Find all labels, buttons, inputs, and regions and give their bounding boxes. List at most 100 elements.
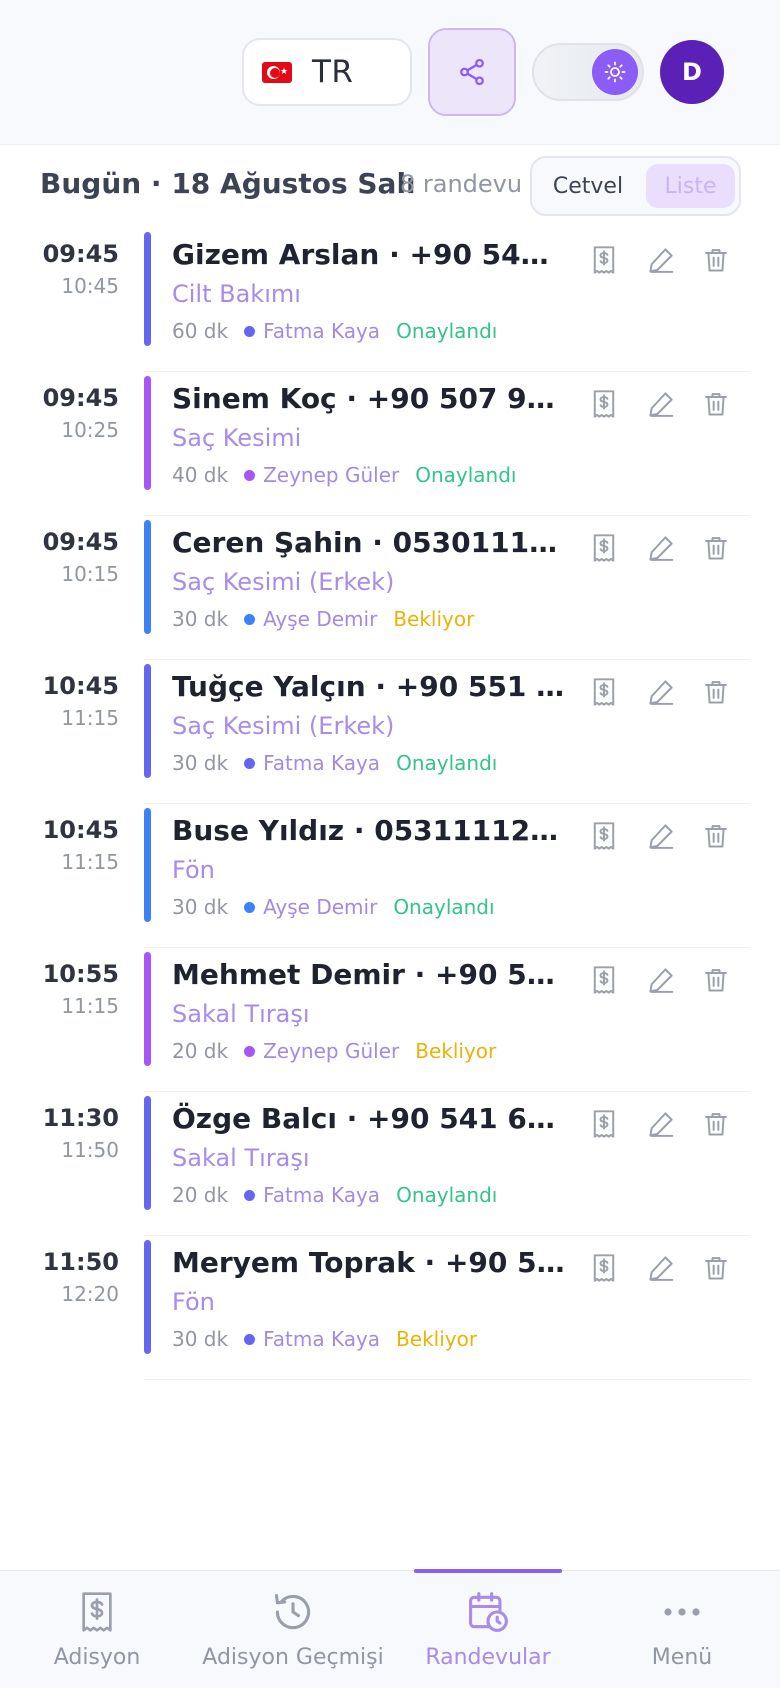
appointment-row[interactable]: 10:55 11:15 Mehmet Demir · +90 533 2… Sakal… — [0, 948, 780, 1092]
delete-button[interactable] — [702, 1106, 758, 1146]
sun-icon — [604, 61, 626, 83]
delete-button[interactable] — [702, 818, 758, 858]
receipt-button[interactable] — [590, 530, 646, 570]
staff-color-bar — [144, 664, 151, 778]
start-time: 11:50 — [42, 1248, 119, 1276]
avatar[interactable]: D — [660, 40, 724, 104]
share-button[interactable] — [428, 28, 516, 116]
status-badge: Onaylandı — [396, 1183, 498, 1207]
receipt-button[interactable] — [590, 674, 646, 714]
end-time: 11:15 — [61, 706, 119, 730]
edit-button[interactable] — [646, 242, 702, 282]
end-time: 10:15 — [61, 562, 119, 586]
staff-dot — [244, 901, 256, 913]
receipt-button[interactable] — [590, 818, 646, 858]
nav-adisyon[interactable]: Adisyon — [47, 1571, 147, 1688]
service-name: Sakal Tıraşı — [172, 1144, 310, 1172]
start-time: 10:55 — [42, 960, 119, 988]
status-badge: Bekliyor — [393, 607, 475, 631]
edit-icon — [646, 245, 676, 279]
start-time: 09:45 — [42, 240, 119, 268]
staff-name: Fatma Kaya — [263, 319, 381, 343]
status-badge: Onaylandı — [393, 895, 495, 919]
staff-dot — [244, 1333, 256, 1345]
service-name: Sakal Tıraşı — [172, 1000, 310, 1028]
view-option-liste[interactable]: Liste — [646, 164, 735, 208]
receipt-button[interactable] — [590, 962, 646, 1002]
edit-button[interactable] — [646, 674, 702, 714]
duration: 30 dk — [172, 751, 229, 775]
trash-icon — [702, 965, 730, 999]
receipt-icon — [590, 389, 618, 423]
end-time: 11:50 — [61, 1138, 119, 1162]
appointment-row[interactable]: 09:45 10:25 Sinem Koç · +90 507 963 2… Saç … — [0, 372, 780, 516]
staff-color-bar — [144, 376, 151, 490]
delete-button[interactable] — [702, 242, 758, 282]
customer-name: Buse Yıldız · 05311112233 — [172, 814, 567, 847]
bottom-nav: Adisyon Adisyon Geçmişi Randevular Menü — [0, 1569, 780, 1688]
status-badge: Bekliyor — [415, 1039, 497, 1063]
receipt-icon — [590, 821, 618, 855]
edit-button[interactable] — [646, 962, 702, 1002]
edit-button[interactable] — [646, 530, 702, 570]
status-badge: Onaylandı — [396, 319, 498, 343]
appointment-row[interactable]: 09:45 10:45 Gizem Arslan · +90 545 31… Cilt… — [0, 228, 780, 372]
delete-button[interactable] — [702, 962, 758, 1002]
more-icon — [662, 1589, 702, 1635]
start-time: 09:45 — [42, 528, 119, 556]
turkey-flag-icon: ★ — [262, 61, 292, 83]
appointment-row[interactable]: 11:50 12:20 Meryem Toprak · +90 533 … Fön 30… — [0, 1236, 780, 1380]
duration: 20 dk — [172, 1039, 229, 1063]
row-actions — [590, 1250, 758, 1290]
appointment-row[interactable]: 10:45 11:15 Buse Yıldız · 05311112233 Fön 30… — [0, 804, 780, 948]
edit-icon — [646, 1253, 676, 1287]
staff-color-bar — [144, 520, 151, 634]
end-time: 11:15 — [61, 994, 119, 1018]
edit-button[interactable] — [646, 1250, 702, 1290]
row-actions — [590, 1106, 758, 1146]
end-time: 12:20 — [61, 1282, 119, 1306]
receipt-button[interactable] — [590, 386, 646, 426]
nav-menu[interactable]: Menü — [622, 1571, 742, 1688]
appointment-row[interactable]: 09:45 10:15 Ceren Şahin · 05301112222 Saç K… — [0, 516, 780, 660]
edit-button[interactable] — [646, 818, 702, 858]
nav-label: Menü — [651, 1645, 713, 1670]
duration: 30 dk — [172, 895, 229, 919]
delete-button[interactable] — [702, 1250, 758, 1290]
staff-color-bar — [144, 1096, 151, 1210]
language-selector[interactable]: ★ TR — [242, 38, 412, 106]
staff-color-bar — [144, 232, 151, 346]
edit-button[interactable] — [646, 1106, 702, 1146]
staff-dot — [244, 469, 256, 481]
nav-randevular[interactable]: Randevular — [418, 1571, 558, 1688]
receipt-icon — [590, 677, 618, 711]
duration: 30 dk — [172, 607, 229, 631]
edit-icon — [646, 821, 676, 855]
row-actions — [590, 962, 758, 1002]
row-actions — [590, 242, 758, 282]
staff-dot — [244, 613, 256, 625]
receipt-button[interactable] — [590, 242, 646, 282]
toggle-knob — [592, 49, 638, 95]
start-time: 10:45 — [42, 672, 119, 700]
delete-button[interactable] — [702, 530, 758, 570]
receipt-button[interactable] — [590, 1106, 646, 1146]
delete-button[interactable] — [702, 674, 758, 714]
nav-adisyon-gecmisi[interactable]: Adisyon Geçmişi — [200, 1571, 386, 1688]
appointment-row[interactable]: 10:45 11:15 Tuğçe Yalçın · +90 551 174 … Sa… — [0, 660, 780, 804]
appointment-meta: 20 dk Fatma Kaya Onaylandı — [172, 1183, 497, 1207]
staff-color-bar — [144, 952, 151, 1066]
duration: 30 dk — [172, 1327, 229, 1351]
view-option-cetvel[interactable]: Cetvel — [540, 164, 636, 208]
nav-label: Adisyon Geçmişi — [202, 1645, 384, 1670]
staff-color-bar — [144, 808, 151, 922]
edit-button[interactable] — [646, 386, 702, 426]
appointment-row[interactable]: 11:30 11:50 Özge Balcı · +90 541 629 8… Sak… — [0, 1092, 780, 1236]
receipt-button[interactable] — [590, 1250, 646, 1290]
trash-icon — [702, 821, 730, 855]
staff-name: Fatma Kaya — [263, 1327, 381, 1351]
theme-toggle[interactable] — [532, 43, 644, 101]
delete-button[interactable] — [702, 386, 758, 426]
row-actions — [590, 386, 758, 426]
service-name: Fön — [172, 1288, 215, 1316]
